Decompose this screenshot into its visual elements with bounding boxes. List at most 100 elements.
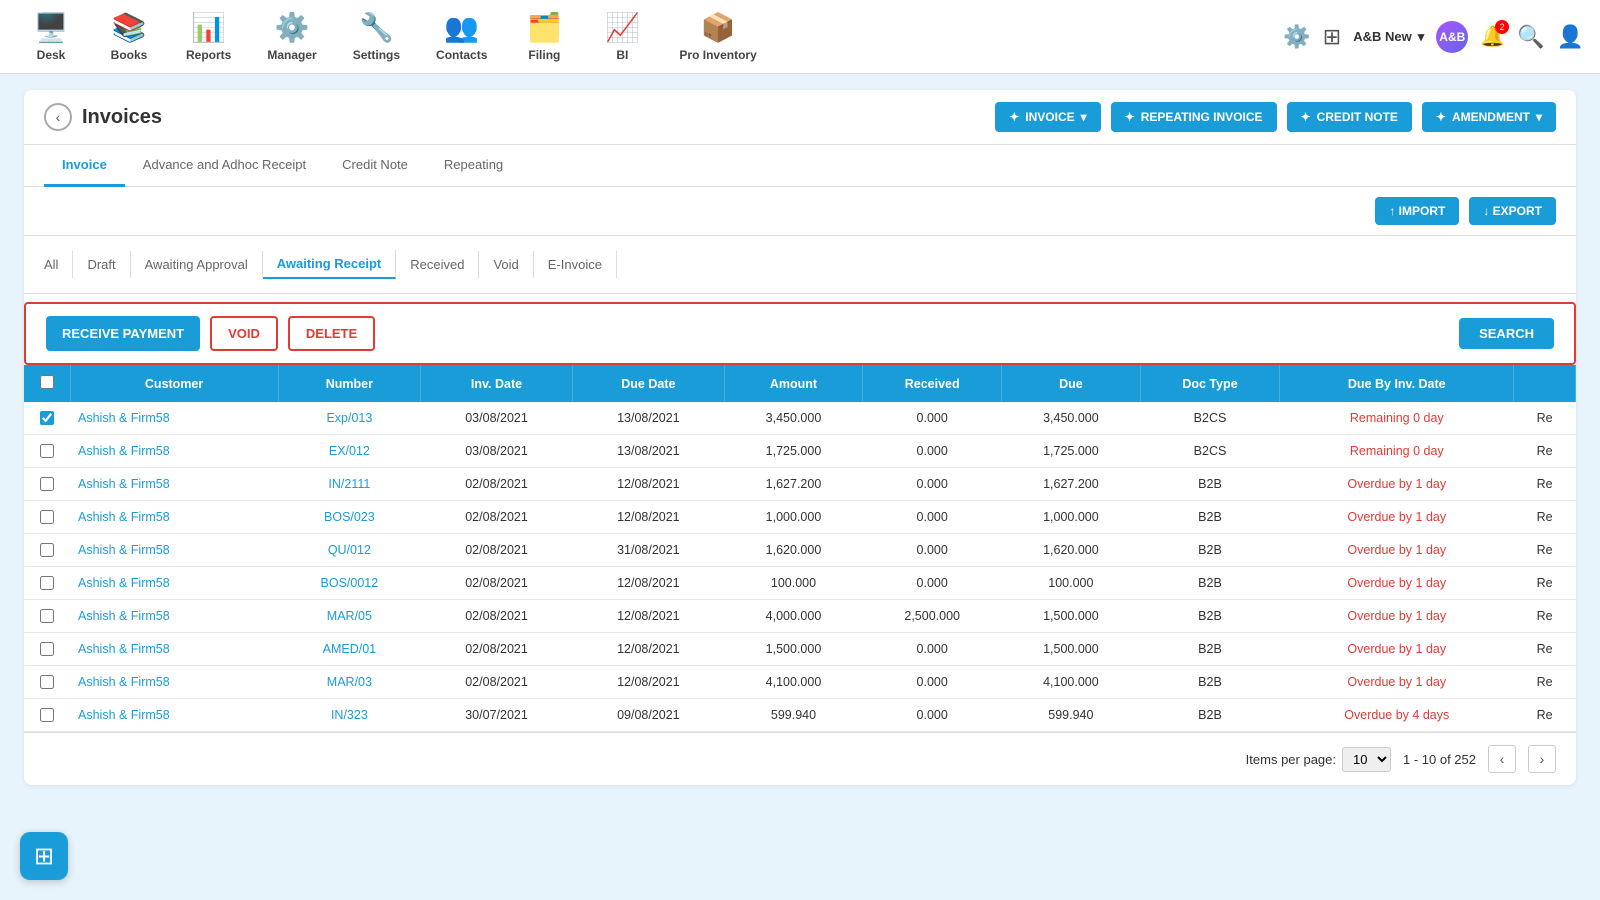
filter-void[interactable]: Void [479,251,533,278]
repeating-invoice-button[interactable]: ✦ REPEATING INVOICE [1111,102,1277,132]
row-doc-type: B2CS [1140,435,1280,468]
plus-icon: ✦ [1009,110,1019,124]
nav-item-manager[interactable]: ⚙️ Manager [253,3,330,70]
row-due-by-date: Overdue by 1 day [1280,534,1514,567]
nav-item-books[interactable]: 📚 Books [94,3,164,70]
row-inv-date: 02/08/2021 [421,633,573,666]
search-button[interactable]: SEARCH [1459,318,1554,349]
top-navigation: 🖥️ Desk 📚 Books 📊 Reports ⚙️ Manager 🔧 S… [0,0,1600,74]
filter-e-invoice[interactable]: E-Invoice [534,251,617,278]
table-row: Ashish & Firm58 MAR/05 02/08/2021 12/08/… [24,600,1576,633]
nav-item-desk[interactable]: 🖥️ Desk [16,3,86,70]
gear-icon[interactable]: ⚙️ [1283,24,1310,50]
row-checkbox-3[interactable] [40,510,54,524]
import-button[interactable]: ↑ IMPORT [1375,197,1459,225]
row-due-by-date: Remaining 0 day [1280,435,1514,468]
row-doc-type: B2B [1140,666,1280,699]
row-doc-type: B2B [1140,567,1280,600]
row-number[interactable]: IN/323 [278,699,420,732]
credit-note-button[interactable]: ✦ CREDIT NOTE [1287,102,1412,132]
tab-advance[interactable]: Advance and Adhoc Receipt [125,145,324,187]
row-due-date: 09/08/2021 [572,699,724,732]
row-number[interactable]: EX/012 [278,435,420,468]
row-customer[interactable]: Ashish & Firm58 [70,435,278,468]
row-checkbox-7[interactable] [40,642,54,656]
profile-icon[interactable]: 👤 [1557,24,1584,50]
row-due-date: 12/08/2021 [572,666,724,699]
plus-icon-2: ✦ [1125,110,1135,124]
row-checkbox-9[interactable] [40,708,54,722]
row-number[interactable]: MAR/03 [278,666,420,699]
filter-draft[interactable]: Draft [73,251,130,278]
tab-credit-note[interactable]: Credit Note [324,145,426,187]
nav-item-settings[interactable]: 🔧 Settings [339,3,414,70]
row-checkbox-6[interactable] [40,609,54,623]
row-customer[interactable]: Ashish & Firm58 [70,402,278,435]
invoice-button[interactable]: ✦ INVOICE ▾ [995,102,1100,132]
back-button[interactable]: ‹ [44,103,72,131]
export-button[interactable]: ↓ EXPORT [1469,197,1556,225]
notification-bell[interactable]: 🔔 2 [1480,24,1505,49]
row-checkbox-5[interactable] [40,576,54,590]
row-number[interactable]: MAR/05 [278,600,420,633]
void-button[interactable]: VOID [210,316,278,351]
table-row: Ashish & Firm58 AMED/01 02/08/2021 12/08… [24,633,1576,666]
quick-access-button[interactable]: ⊞ [20,832,68,880]
row-number[interactable]: BOS/023 [278,501,420,534]
row-number[interactable]: IN/2111 [278,468,420,501]
delete-button[interactable]: DELETE [288,316,375,351]
row-customer[interactable]: Ashish & Firm58 [70,468,278,501]
nav-item-contacts[interactable]: 👥 Contacts [422,3,501,70]
tab-repeating[interactable]: Repeating [426,145,521,187]
row-customer[interactable]: Ashish & Firm58 [70,699,278,732]
row-customer[interactable]: Ashish & Firm58 [70,633,278,666]
row-number[interactable]: AMED/01 [278,633,420,666]
row-number[interactable]: QU/012 [278,534,420,567]
row-customer[interactable]: Ashish & Firm58 [70,501,278,534]
row-checkbox-cell [24,699,70,732]
grid-icon[interactable]: ⊞ [1323,24,1341,50]
nav-item-bi[interactable]: 📈 BI [587,3,657,70]
row-number[interactable]: BOS/0012 [278,567,420,600]
row-checkbox-4[interactable] [40,543,54,557]
nav-item-pro-inventory[interactable]: 📦 Pro Inventory [665,3,770,70]
row-checkbox-2[interactable] [40,477,54,491]
filter-awaiting-approval[interactable]: Awaiting Approval [131,251,263,278]
filter-all[interactable]: All [44,251,73,278]
next-page-button[interactable]: › [1528,745,1556,773]
row-due: 599.940 [1002,699,1140,732]
table-row: Ashish & Firm58 IN/323 30/07/2021 09/08/… [24,699,1576,732]
receive-payment-button[interactable]: RECEIVE PAYMENT [46,316,200,351]
nav-item-reports[interactable]: 📊 Reports [172,3,245,70]
settings-label: Settings [353,48,400,62]
row-checkbox-1[interactable] [40,444,54,458]
row-customer[interactable]: Ashish & Firm58 [70,567,278,600]
row-customer[interactable]: Ashish & Firm58 [70,534,278,567]
row-customer[interactable]: Ashish & Firm58 [70,600,278,633]
tab-invoice[interactable]: Invoice [44,145,125,187]
search-icon[interactable]: 🔍 [1517,24,1544,50]
filter-awaiting-receipt[interactable]: Awaiting Receipt [263,250,397,279]
user-menu[interactable]: A&B New ▾ [1353,29,1424,45]
row-number[interactable]: Exp/013 [278,402,420,435]
row-checkbox-0[interactable] [40,411,54,425]
amendment-button[interactable]: ✦ AMENDMENT ▾ [1422,102,1556,132]
row-due: 4,100.000 [1002,666,1140,699]
row-due-by-date: Overdue by 1 day [1280,567,1514,600]
avatar[interactable]: A&B [1436,21,1468,53]
header-number: Number [278,365,420,402]
pagination: Items per page: 10 25 50 1 - 10 of 252 ‹… [24,732,1576,785]
prev-page-button[interactable]: ‹ [1488,745,1516,773]
row-checkbox-8[interactable] [40,675,54,689]
nav-item-filing[interactable]: 🗂️ Filing [509,3,579,70]
row-customer[interactable]: Ashish & Firm58 [70,666,278,699]
items-per-page-select[interactable]: 10 25 50 [1342,747,1391,772]
row-checkbox-cell [24,567,70,600]
filter-received[interactable]: Received [396,251,479,278]
row-received: 0.000 [863,501,1002,534]
row-received: 2,500.000 [863,600,1002,633]
credit-note-label: CREDIT NOTE [1317,110,1398,124]
bi-label: BI [616,48,628,62]
filing-label: Filing [528,48,560,62]
select-all-checkbox[interactable] [40,375,54,389]
